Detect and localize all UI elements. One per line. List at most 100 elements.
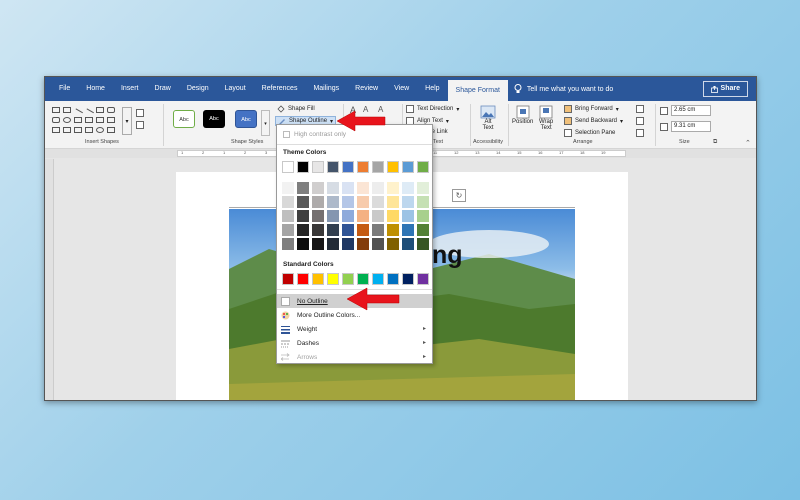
theme-tint-swatch[interactable] — [297, 210, 309, 222]
theme-tint-swatch[interactable] — [357, 182, 369, 194]
theme-tint-swatch[interactable] — [282, 182, 294, 194]
theme-tint-swatch[interactable] — [402, 196, 414, 208]
shape-brace-icon[interactable] — [107, 117, 115, 123]
shape-vertical-textbox-icon[interactable] — [63, 107, 71, 113]
theme-color-swatch[interactable] — [327, 161, 339, 173]
rotate-handle-icon[interactable]: ↻ — [452, 189, 466, 202]
shape-rounded-rectangle-icon[interactable] — [107, 107, 115, 113]
theme-tint-swatch[interactable] — [327, 224, 339, 236]
shape-triangle-icon[interactable] — [74, 117, 82, 123]
shapes-gallery[interactable]: ▾ — [50, 105, 150, 135]
theme-tint-swatch[interactable] — [312, 210, 324, 222]
tab-view[interactable]: View — [386, 77, 417, 101]
theme-tint-swatch[interactable] — [327, 210, 339, 222]
theme-tint-swatch[interactable] — [342, 182, 354, 194]
rotate-objects-icon[interactable] — [636, 129, 644, 137]
theme-tint-swatch[interactable] — [297, 196, 309, 208]
theme-tint-swatch[interactable] — [297, 224, 309, 236]
shape-styles-more-button[interactable]: ▾ — [261, 110, 270, 136]
theme-color-swatch[interactable] — [402, 161, 414, 173]
vertical-ruler[interactable] — [45, 159, 54, 400]
theme-tint-swatch[interactable] — [372, 182, 384, 194]
standard-color-swatch[interactable] — [282, 273, 294, 285]
theme-color-swatch[interactable] — [372, 161, 384, 173]
theme-tint-swatch[interactable] — [372, 224, 384, 236]
draw-textbox-icon[interactable] — [136, 121, 144, 129]
tab-references[interactable]: References — [254, 77, 306, 101]
theme-tint-swatch[interactable] — [417, 182, 429, 194]
theme-tint-swatch[interactable] — [372, 238, 384, 250]
tab-help[interactable]: Help — [417, 77, 447, 101]
theme-tint-swatch[interactable] — [312, 238, 324, 250]
theme-tint-swatch[interactable] — [372, 196, 384, 208]
selection-pane-button[interactable]: Selection Pane — [564, 129, 615, 137]
shape-style-blue-fill[interactable]: Abc — [235, 110, 257, 128]
theme-tint-swatch[interactable] — [327, 196, 339, 208]
wrap-text-button[interactable]: Wrap Text — [539, 105, 553, 131]
theme-tint-swatch[interactable] — [387, 224, 399, 236]
align-objects-icon[interactable] — [636, 105, 644, 113]
group-objects-icon[interactable] — [636, 117, 644, 125]
theme-tint-swatch[interactable] — [402, 238, 414, 250]
theme-color-swatch[interactable] — [387, 161, 399, 173]
theme-color-swatch[interactable] — [297, 161, 309, 173]
shape-right-arrow-icon[interactable] — [85, 117, 93, 123]
standard-color-swatch[interactable] — [327, 273, 339, 285]
theme-tint-swatch[interactable] — [357, 224, 369, 236]
tab-layout[interactable]: Layout — [217, 77, 254, 101]
shape-textbox-icon[interactable] — [52, 107, 60, 113]
theme-tint-swatch[interactable] — [297, 182, 309, 194]
theme-tint-swatch[interactable] — [357, 210, 369, 222]
tab-draw[interactable]: Draw — [146, 77, 178, 101]
tab-home[interactable]: Home — [78, 77, 113, 101]
position-button[interactable]: Position — [512, 105, 533, 125]
shape-arc-icon[interactable] — [96, 127, 104, 133]
tab-mailings[interactable]: Mailings — [305, 77, 347, 101]
shape-title-text[interactable]: ng — [432, 241, 463, 270]
send-backward-button[interactable]: Send Backward ▾ — [564, 117, 623, 125]
theme-tint-swatch[interactable] — [417, 196, 429, 208]
theme-tint-swatch[interactable] — [327, 238, 339, 250]
shape-star-icon[interactable] — [52, 127, 60, 133]
size-dialog-launcher-icon[interactable]: ⧉ — [713, 139, 717, 146]
tab-shape-format[interactable]: Shape Format — [447, 80, 508, 101]
tell-me-box[interactable]: Tell me what you want to do — [514, 84, 613, 94]
shape-height-field[interactable]: 2.65 cm — [660, 105, 711, 116]
shape-fill-button[interactable]: Shape Fill — [277, 105, 315, 113]
standard-color-swatch[interactable] — [357, 273, 369, 285]
theme-color-swatch[interactable] — [342, 161, 354, 173]
theme-tint-swatch[interactable] — [327, 182, 339, 194]
theme-tint-swatch[interactable] — [387, 182, 399, 194]
tab-insert[interactable]: Insert — [113, 77, 147, 101]
shapes-gallery-more-button[interactable]: ▾ — [122, 107, 132, 135]
shape-down-arrow-icon[interactable] — [96, 117, 104, 123]
shape-scribble-icon[interactable] — [85, 127, 93, 133]
theme-tint-swatch[interactable] — [342, 210, 354, 222]
theme-color-swatch[interactable] — [357, 161, 369, 173]
alt-text-button[interactable]: Alt Text — [480, 105, 496, 131]
shape-curve-icon[interactable] — [63, 127, 71, 133]
shape-width-field[interactable]: 9.31 cm — [660, 121, 711, 132]
theme-tint-swatch[interactable] — [282, 210, 294, 222]
theme-tint-swatch[interactable] — [402, 224, 414, 236]
shape-rounded-rect-icon[interactable] — [52, 117, 60, 123]
dashes-menu-item[interactable]: Dashes ▸ — [277, 336, 432, 350]
theme-tint-swatch[interactable] — [312, 182, 324, 194]
tab-design[interactable]: Design — [179, 77, 217, 101]
edit-shape-icon[interactable] — [136, 109, 144, 117]
shape-style-black-fill[interactable]: Abc — [203, 110, 225, 128]
theme-color-swatch[interactable] — [282, 161, 294, 173]
standard-color-swatch[interactable] — [297, 273, 309, 285]
shape-rectangle-icon[interactable] — [96, 107, 104, 113]
theme-tint-swatch[interactable] — [297, 238, 309, 250]
theme-tint-swatch[interactable] — [387, 210, 399, 222]
standard-color-swatch[interactable] — [402, 273, 414, 285]
theme-tint-swatch[interactable] — [417, 210, 429, 222]
shape-callout-icon[interactable] — [107, 127, 115, 133]
shape-style-green-outline[interactable]: Abc — [173, 110, 195, 128]
share-button[interactable]: Share — [702, 81, 748, 97]
theme-tint-swatch[interactable] — [402, 210, 414, 222]
shape-height-input[interactable]: 2.65 cm — [671, 105, 711, 116]
theme-tint-swatch[interactable] — [372, 210, 384, 222]
tab-review[interactable]: Review — [347, 77, 386, 101]
